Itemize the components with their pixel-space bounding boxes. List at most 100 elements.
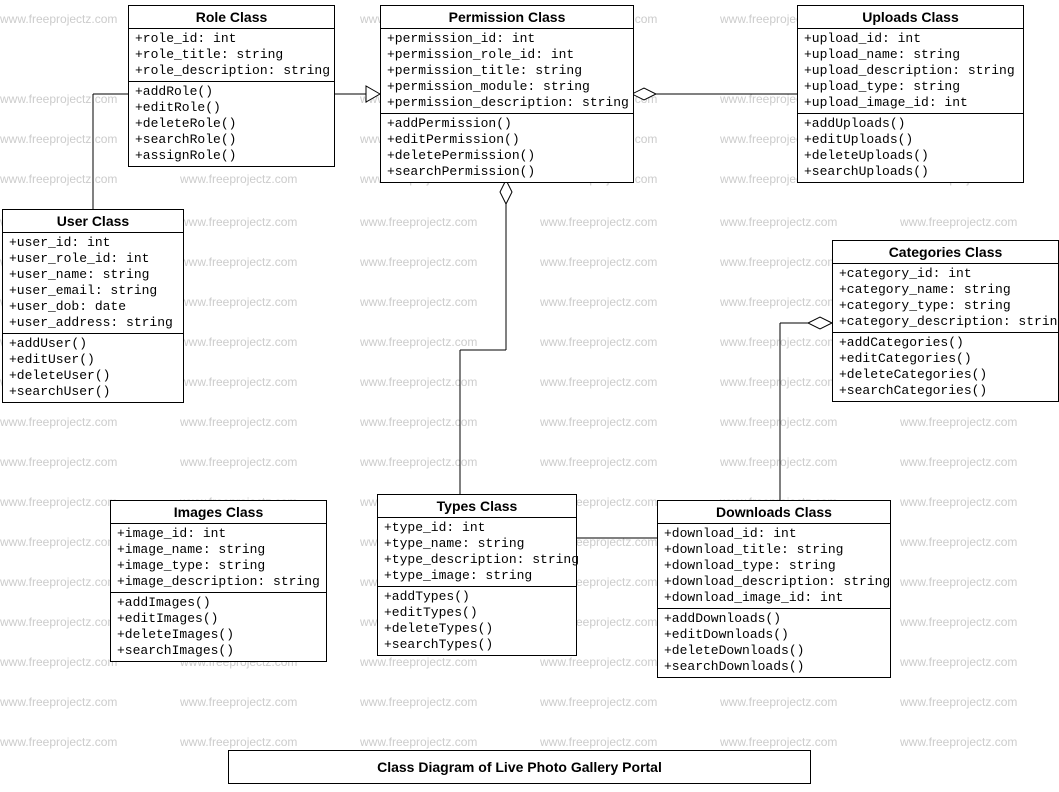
class-member: +editTypes() <box>384 605 570 621</box>
watermark-text: www.freeprojectz.com <box>0 172 117 186</box>
methods: +addDownloads()+editDownloads()+deleteDo… <box>658 609 890 677</box>
class-member: +image_type: string <box>117 558 320 574</box>
watermark-text: www.freeprojectz.com <box>720 255 837 269</box>
watermark-text: www.freeprojectz.com <box>360 695 477 709</box>
watermark-text: www.freeprojectz.com <box>540 415 657 429</box>
watermark-text: www.freeprojectz.com <box>180 375 297 389</box>
class-title: Role Class <box>129 6 334 29</box>
watermark-text: www.freeprojectz.com <box>720 295 837 309</box>
attrs: +download_id: int+download_title: string… <box>658 524 890 609</box>
class-member: +type_image: string <box>384 568 570 584</box>
class-user: User Class +user_id: int+user_role_id: i… <box>2 209 184 403</box>
class-member: +addImages() <box>117 595 320 611</box>
methods: +addImages()+editImages()+deleteImages()… <box>111 593 326 661</box>
class-member: +permission_description: string <box>387 95 627 111</box>
watermark-text: www.freeprojectz.com <box>540 295 657 309</box>
class-member: +editPermission() <box>387 132 627 148</box>
watermark-text: www.freeprojectz.com <box>0 92 117 106</box>
class-member: +editImages() <box>117 611 320 627</box>
watermark-text: www.freeprojectz.com <box>0 575 117 589</box>
watermark-text: www.freeprojectz.com <box>0 495 117 509</box>
class-title: Categories Class <box>833 241 1058 264</box>
watermark-text: www.freeprojectz.com <box>180 172 297 186</box>
class-title: Images Class <box>111 501 326 524</box>
methods: +addCategories()+editCategories()+delete… <box>833 333 1058 401</box>
class-member: +user_id: int <box>9 235 177 251</box>
class-member: +upload_image_id: int <box>804 95 1017 111</box>
watermark-text: www.freeprojectz.com <box>180 455 297 469</box>
watermark-text: www.freeprojectz.com <box>540 335 657 349</box>
class-member: +user_name: string <box>9 267 177 283</box>
watermark-text: www.freeprojectz.com <box>900 695 1017 709</box>
watermark-text: www.freeprojectz.com <box>540 735 657 749</box>
class-downloads: Downloads Class +download_id: int+downlo… <box>657 500 891 678</box>
watermark-text: www.freeprojectz.com <box>0 132 117 146</box>
watermark-text: www.freeprojectz.com <box>0 695 117 709</box>
watermark-text: www.freeprojectz.com <box>540 695 657 709</box>
watermark-text: www.freeprojectz.com <box>360 255 477 269</box>
watermark-text: www.freeprojectz.com <box>180 735 297 749</box>
class-types: Types Class +type_id: int+type_name: str… <box>377 494 577 656</box>
watermark-text: www.freeprojectz.com <box>0 415 117 429</box>
watermark-text: www.freeprojectz.com <box>900 655 1017 669</box>
watermark-text: www.freeprojectz.com <box>720 735 837 749</box>
watermark-text: www.freeprojectz.com <box>180 255 297 269</box>
watermark-text: www.freeprojectz.com <box>360 455 477 469</box>
class-member: +upload_description: string <box>804 63 1017 79</box>
class-member: +addUser() <box>9 336 177 352</box>
class-member: +addPermission() <box>387 116 627 132</box>
class-member: +deleteImages() <box>117 627 320 643</box>
watermark-text: www.freeprojectz.com <box>720 375 837 389</box>
class-categories: Categories Class +category_id: int+categ… <box>832 240 1059 402</box>
watermark-text: www.freeprojectz.com <box>180 695 297 709</box>
class-member: +type_description: string <box>384 552 570 568</box>
watermark-text: www.freeprojectz.com <box>540 215 657 229</box>
watermark-text: www.freeprojectz.com <box>0 655 117 669</box>
class-member: +deleteRole() <box>135 116 328 132</box>
attrs: +category_id: int+category_name: string+… <box>833 264 1058 333</box>
watermark-text: www.freeprojectz.com <box>180 215 297 229</box>
class-member: +deleteUser() <box>9 368 177 384</box>
watermark-text: www.freeprojectz.com <box>900 735 1017 749</box>
class-title: Permission Class <box>381 6 633 29</box>
watermark-text: www.freeprojectz.com <box>720 415 837 429</box>
class-member: +upload_id: int <box>804 31 1017 47</box>
caption-text: Class Diagram of Live Photo Gallery Port… <box>377 759 662 775</box>
class-member: +upload_type: string <box>804 79 1017 95</box>
class-member: +searchImages() <box>117 643 320 659</box>
watermark-text: www.freeprojectz.com <box>540 375 657 389</box>
watermark-text: www.freeprojectz.com <box>720 695 837 709</box>
watermark-text: www.freeprojectz.com <box>900 495 1017 509</box>
class-member: +download_description: string <box>664 574 884 590</box>
class-member: +addTypes() <box>384 589 570 605</box>
watermark-text: www.freeprojectz.com <box>900 215 1017 229</box>
watermark-text: www.freeprojectz.com <box>180 415 297 429</box>
watermark-text: www.freeprojectz.com <box>180 335 297 349</box>
watermark-text: www.freeprojectz.com <box>540 255 657 269</box>
class-member: +type_id: int <box>384 520 570 536</box>
watermark-text: www.freeprojectz.com <box>180 295 297 309</box>
class-member: +role_title: string <box>135 47 328 63</box>
class-title: Types Class <box>378 495 576 518</box>
watermark-text: www.freeprojectz.com <box>360 655 477 669</box>
class-member: +category_type: string <box>839 298 1052 314</box>
class-member: +deleteCategories() <box>839 367 1052 383</box>
watermark-text: www.freeprojectz.com <box>0 615 117 629</box>
class-member: +image_id: int <box>117 526 320 542</box>
watermark-text: www.freeprojectz.com <box>0 735 117 749</box>
class-member: +searchPermission() <box>387 164 627 180</box>
watermark-text: www.freeprojectz.com <box>720 335 837 349</box>
class-member: +permission_role_id: int <box>387 47 627 63</box>
class-member: +role_description: string <box>135 63 328 79</box>
class-member: +image_name: string <box>117 542 320 558</box>
watermark-text: www.freeprojectz.com <box>360 335 477 349</box>
class-role: Role Class +role_id: int+role_title: str… <box>128 5 335 167</box>
watermark-text: www.freeprojectz.com <box>540 655 657 669</box>
watermark-text: www.freeprojectz.com <box>720 215 837 229</box>
class-title: User Class <box>3 210 183 233</box>
attrs: +upload_id: int+upload_name: string+uplo… <box>798 29 1023 114</box>
watermark-text: www.freeprojectz.com <box>900 615 1017 629</box>
class-member: +permission_id: int <box>387 31 627 47</box>
watermark-text: www.freeprojectz.com <box>900 415 1017 429</box>
class-member: +searchDownloads() <box>664 659 884 675</box>
